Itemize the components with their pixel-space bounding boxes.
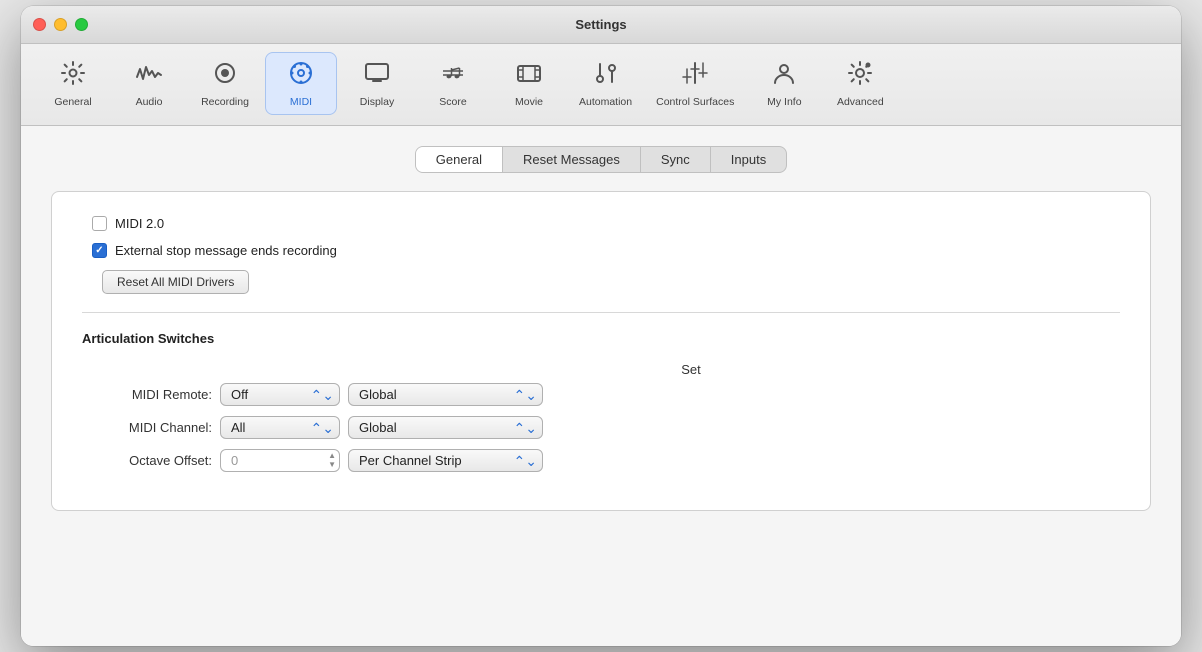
- tab-general[interactable]: General: [416, 147, 503, 172]
- toolbar-label-my-info: My Info: [767, 96, 801, 108]
- audio-icon: [135, 59, 163, 92]
- checkbox-row-external-stop: External stop message ends recording: [92, 243, 1120, 258]
- tab-group: General Reset Messages Sync Inputs: [415, 146, 787, 173]
- midi-remote-select[interactable]: Off: [220, 383, 340, 406]
- octave-offset-stepper-container: ▲ ▼: [220, 449, 340, 472]
- window-title: Settings: [575, 17, 626, 32]
- maximize-button[interactable]: [75, 18, 88, 31]
- midi2-checkbox[interactable]: [92, 216, 107, 231]
- toolbar-label-audio: Audio: [136, 96, 163, 108]
- toolbar-label-automation: Automation: [579, 96, 632, 108]
- toolbar-item-control-surfaces[interactable]: Control Surfaces: [646, 53, 744, 114]
- toolbar-item-automation[interactable]: Automation: [569, 53, 642, 114]
- minimize-button[interactable]: [54, 18, 67, 31]
- toolbar-label-recording: Recording: [201, 96, 249, 108]
- toolbar-label-display: Display: [360, 96, 394, 108]
- stepper-down-icon[interactable]: ▼: [328, 461, 336, 469]
- octave-offset-label: Octave Offset:: [82, 453, 212, 468]
- midi-remote-select-container: Off ⌃⌄: [220, 383, 340, 406]
- advanced-icon: [846, 59, 874, 92]
- external-stop-label: External stop message ends recording: [115, 243, 337, 258]
- toolbar-item-audio[interactable]: Audio: [113, 53, 185, 114]
- midi-remote-label: MIDI Remote:: [82, 387, 212, 402]
- toolbar-label-movie: Movie: [515, 96, 543, 108]
- tab-sync[interactable]: Sync: [641, 147, 711, 172]
- content-area: General Reset Messages Sync Inputs MIDI …: [21, 126, 1181, 646]
- titlebar: Settings: [21, 6, 1181, 44]
- octave-offset-row: Octave Offset: ▲ ▼ Per Channel Strip ⌃⌄: [82, 449, 1120, 472]
- my-info-icon: [770, 59, 798, 92]
- toolbar-item-my-info[interactable]: My Info: [748, 53, 820, 114]
- main-panel: MIDI 2.0 External stop message ends reco…: [51, 191, 1151, 511]
- midi-icon: [287, 59, 315, 92]
- section-divider: [82, 312, 1120, 313]
- toolbar-label-control-surfaces: Control Surfaces: [656, 96, 734, 108]
- automation-icon: [592, 59, 620, 92]
- midi-remote-row: MIDI Remote: Off ⌃⌄ Global ⌃⌄: [82, 383, 1120, 406]
- set-column-label: Set: [591, 362, 791, 377]
- toolbar: General Audio Recording: [21, 44, 1181, 126]
- stepper-up-icon[interactable]: ▲: [328, 452, 336, 460]
- midi-channel-row: MIDI Channel: All ⌃⌄ Global ⌃⌄: [82, 416, 1120, 439]
- toolbar-item-score[interactable]: Score: [417, 53, 489, 114]
- toolbar-label-midi: MIDI: [290, 96, 312, 108]
- movie-icon: [515, 59, 543, 92]
- midi-remote-set-select[interactable]: Global: [348, 383, 543, 406]
- toolbar-label-general: General: [54, 96, 91, 108]
- midi-channel-select-container: All ⌃⌄: [220, 416, 340, 439]
- checkbox-row-midi2: MIDI 2.0: [92, 216, 1120, 231]
- control-surfaces-icon: [681, 59, 709, 92]
- midi2-label: MIDI 2.0: [115, 216, 164, 231]
- settings-window: Settings General Audio: [21, 6, 1181, 646]
- score-icon: [439, 59, 467, 92]
- octave-offset-set-select[interactable]: Per Channel Strip: [348, 449, 543, 472]
- articulation-title: Articulation Switches: [82, 331, 1120, 346]
- toolbar-item-display[interactable]: Display: [341, 53, 413, 114]
- toolbar-item-recording[interactable]: Recording: [189, 53, 261, 114]
- external-stop-checkbox[interactable]: [92, 243, 107, 258]
- midi-channel-set-select[interactable]: Global: [348, 416, 543, 439]
- octave-offset-stepper-arrows: ▲ ▼: [328, 452, 336, 469]
- toolbar-item-movie[interactable]: Movie: [493, 53, 565, 114]
- toolbar-label-advanced: Advanced: [837, 96, 884, 108]
- tab-reset-messages[interactable]: Reset Messages: [503, 147, 641, 172]
- octave-offset-input[interactable]: [220, 449, 340, 472]
- midi-remote-set-container: Global ⌃⌄: [348, 383, 543, 406]
- articulation-section: Articulation Switches Set MIDI Remote: O…: [82, 331, 1120, 472]
- gear-icon: [59, 59, 87, 92]
- toolbar-item-general[interactable]: General: [37, 53, 109, 114]
- reset-midi-drivers-button[interactable]: Reset All MIDI Drivers: [102, 270, 249, 294]
- recording-icon: [211, 59, 239, 92]
- window-controls: [33, 18, 88, 31]
- toolbar-label-score: Score: [439, 96, 466, 108]
- tab-inputs[interactable]: Inputs: [711, 147, 786, 172]
- display-icon: [363, 59, 391, 92]
- set-label-row: Set: [262, 362, 1120, 377]
- toolbar-item-midi[interactable]: MIDI: [265, 52, 337, 115]
- midi-channel-label: MIDI Channel:: [82, 420, 212, 435]
- reset-button-row: Reset All MIDI Drivers: [92, 270, 1120, 294]
- octave-offset-set-container: Per Channel Strip ⌃⌄: [348, 449, 543, 472]
- toolbar-item-advanced[interactable]: Advanced: [824, 53, 896, 114]
- tabs-container: General Reset Messages Sync Inputs: [51, 146, 1151, 173]
- checkboxes-section: MIDI 2.0 External stop message ends reco…: [82, 216, 1120, 294]
- close-button[interactable]: [33, 18, 46, 31]
- midi-channel-set-container: Global ⌃⌄: [348, 416, 543, 439]
- midi-channel-select[interactable]: All: [220, 416, 340, 439]
